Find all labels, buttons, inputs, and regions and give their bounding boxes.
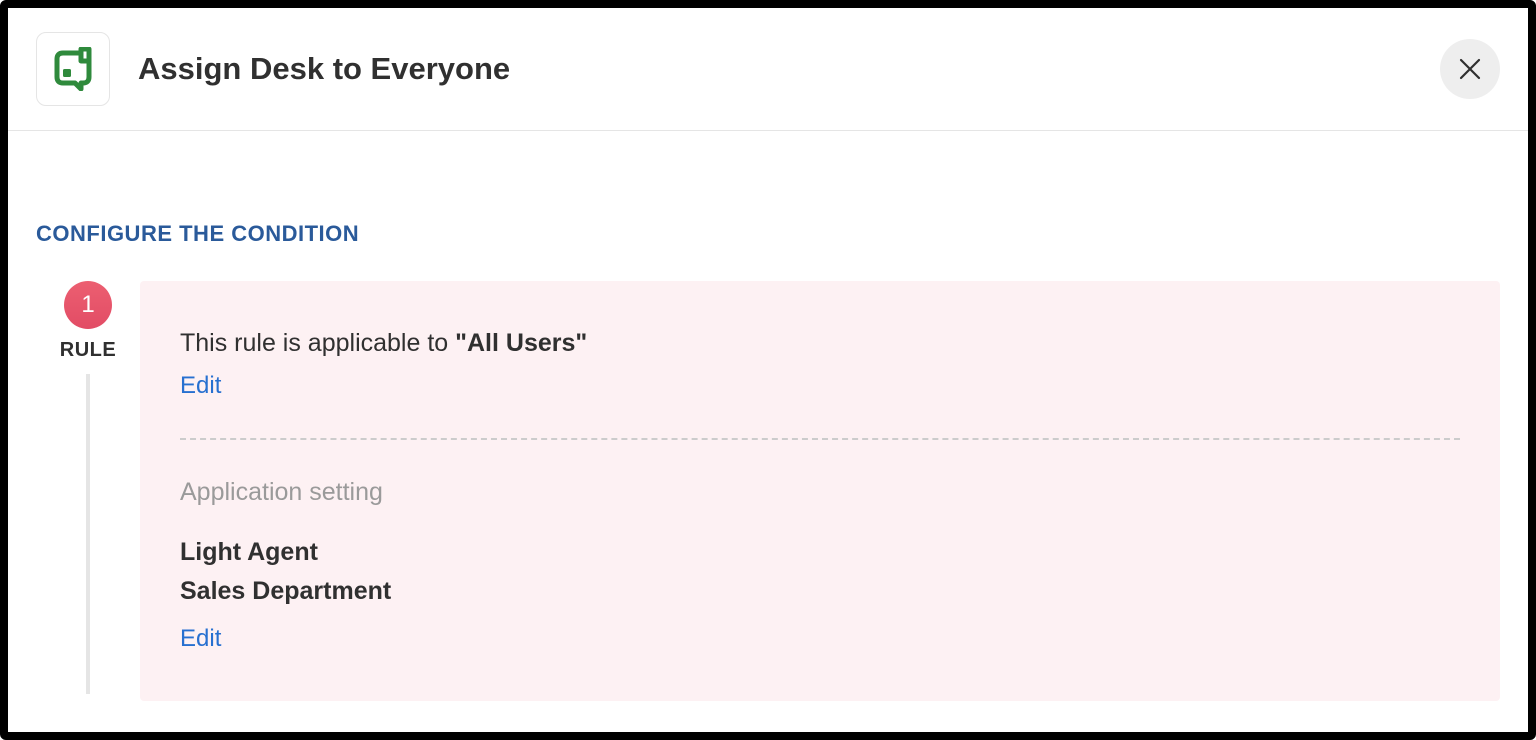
rule-card: This rule is applicable to "All Users" E… [140,281,1500,701]
setting-department: Sales Department [180,572,1460,611]
rule-row: 1 RULE This rule is applicable to "All U… [36,281,1500,732]
edit-applicability-link[interactable]: Edit [180,372,221,400]
divider [180,438,1460,440]
close-button[interactable] [1440,39,1500,99]
rule-connector-line [86,374,90,694]
rule-badge-column: 1 RULE [36,281,140,694]
rule-number-badge: 1 [64,281,112,329]
modal-header: Assign Desk to Everyone [8,8,1528,131]
edit-settings-link[interactable]: Edit [180,625,221,653]
header-left: Assign Desk to Everyone [36,32,510,106]
rule-applicable-target: "All Users" [455,329,587,357]
section-heading: CONFIGURE THE CONDITION [36,221,1500,247]
modal-body: CONFIGURE THE CONDITION 1 RULE This rule… [8,131,1528,732]
application-setting-heading: Application setting [180,478,1460,507]
app-icon [36,32,110,106]
rule-applicable-text: This rule is applicable to "All Users" [180,329,1460,358]
desk-app-icon [51,47,95,91]
modal-frame: Assign Desk to Everyone CONFIGURE THE CO… [0,0,1536,740]
close-icon [1458,57,1482,81]
rule-label: RULE [60,339,116,362]
page-title: Assign Desk to Everyone [138,51,510,87]
rule-applicable-prefix: This rule is applicable to [180,329,455,357]
setting-agent: Light Agent [180,533,1460,572]
